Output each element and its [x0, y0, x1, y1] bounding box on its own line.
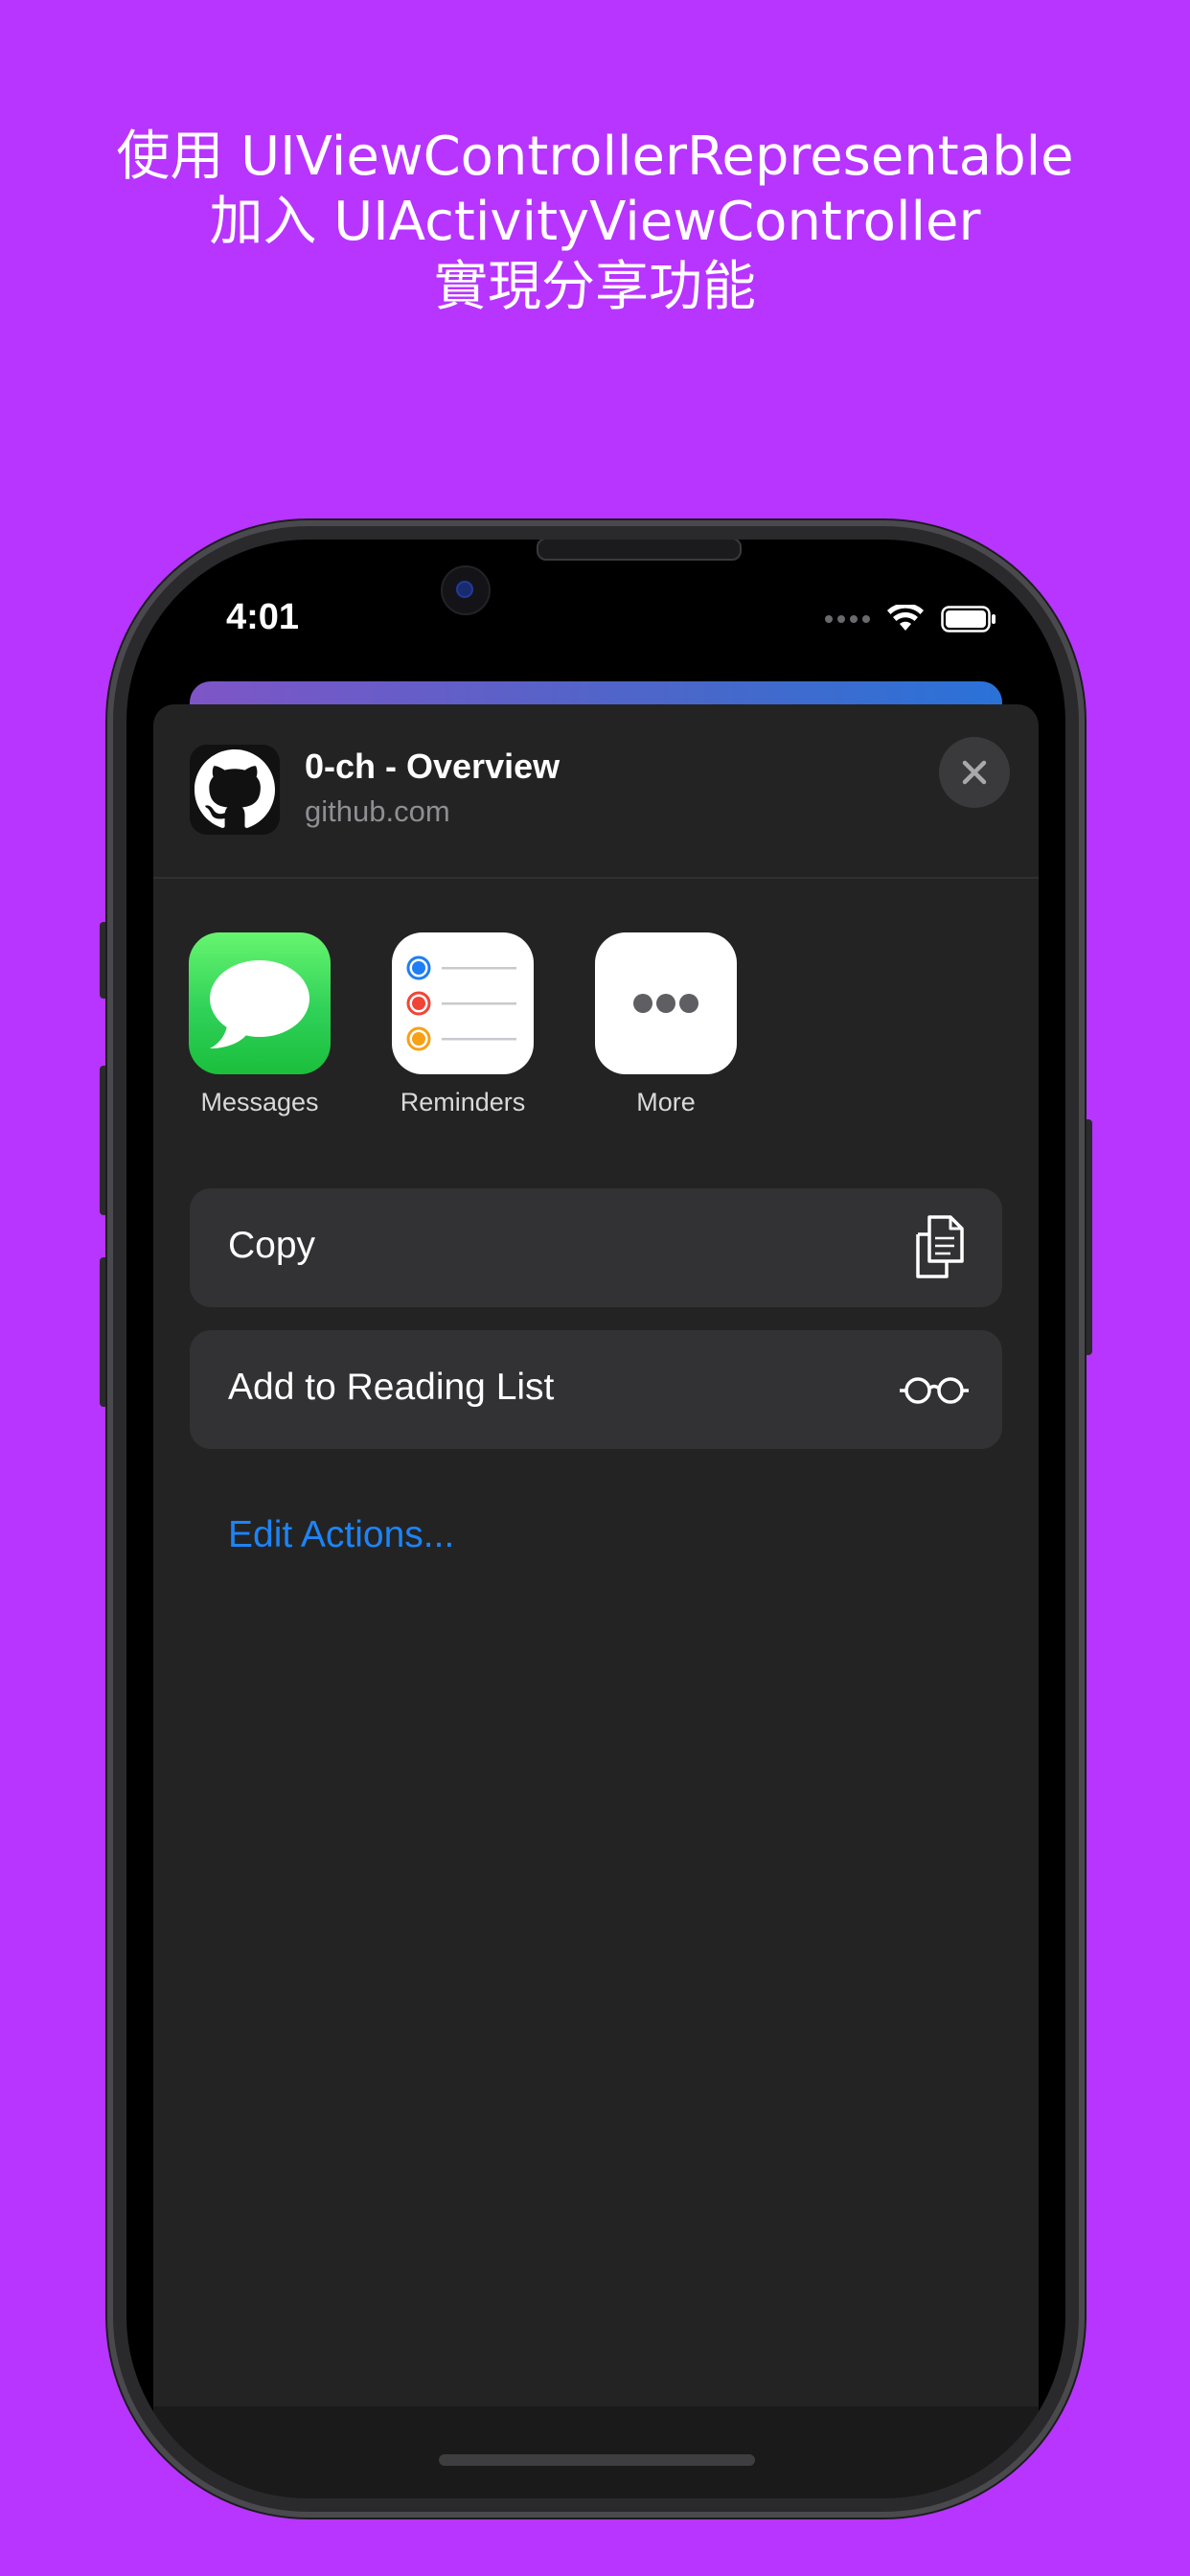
more-icon: [595, 932, 737, 1074]
status-time: 4:01: [226, 597, 300, 637]
phone-screen: 4:01 0-ch - Overview github.com Messages…: [126, 540, 1065, 2498]
copy-action-label: Copy: [228, 1225, 316, 1266]
app-label-more: More: [636, 1088, 696, 1116]
github-icon: [190, 745, 280, 835]
share-app-reminders[interactable]: Reminders: [381, 932, 544, 1117]
messages-icon: [189, 932, 331, 1074]
front-camera: [441, 565, 491, 615]
battery-icon: [941, 606, 995, 632]
phone-speaker: [537, 540, 742, 561]
share-app-more[interactable]: More: [584, 932, 747, 1117]
share-app-messages[interactable]: Messages: [178, 932, 341, 1117]
app-label-reminders: Reminders: [400, 1088, 526, 1116]
close-icon: [962, 760, 987, 785]
close-button[interactable]: [939, 737, 1010, 808]
sheet-bottom-area: [153, 2406, 1039, 2498]
share-sheet: 0-ch - Overview github.com Messages Remi…: [153, 704, 1039, 2498]
app-label-messages: Messages: [200, 1088, 319, 1116]
reminders-icon: [392, 932, 534, 1074]
copy-action[interactable]: Copy: [190, 1188, 1002, 1307]
edit-actions-link[interactable]: Edit Actions...: [228, 1514, 454, 1556]
glasses-icon: [900, 1377, 969, 1404]
share-title: 0-ch - Overview: [305, 747, 561, 786]
wifi-icon: [887, 605, 924, 631]
reading-list-action-label: Add to Reading List: [228, 1367, 555, 1408]
status-icons: [825, 603, 996, 635]
promo-line-3: 實現分享功能: [434, 256, 756, 318]
promo-line-2: 加入 UIActivityViewController: [209, 191, 981, 253]
promo-line-1: 使用 UIViewControllerRepresentable: [116, 126, 1074, 188]
cellular-signal-icon: [825, 615, 870, 623]
copy-icon: [916, 1215, 964, 1278]
promo-title: 使用 UIViewControllerRepresentable 加入 UIAc…: [0, 125, 1190, 320]
share-header: 0-ch - Overview github.com: [153, 704, 1039, 879]
share-subtitle: github.com: [305, 794, 450, 828]
home-indicator[interactable]: [439, 2454, 755, 2466]
reading-list-action[interactable]: Add to Reading List: [190, 1330, 1002, 1449]
